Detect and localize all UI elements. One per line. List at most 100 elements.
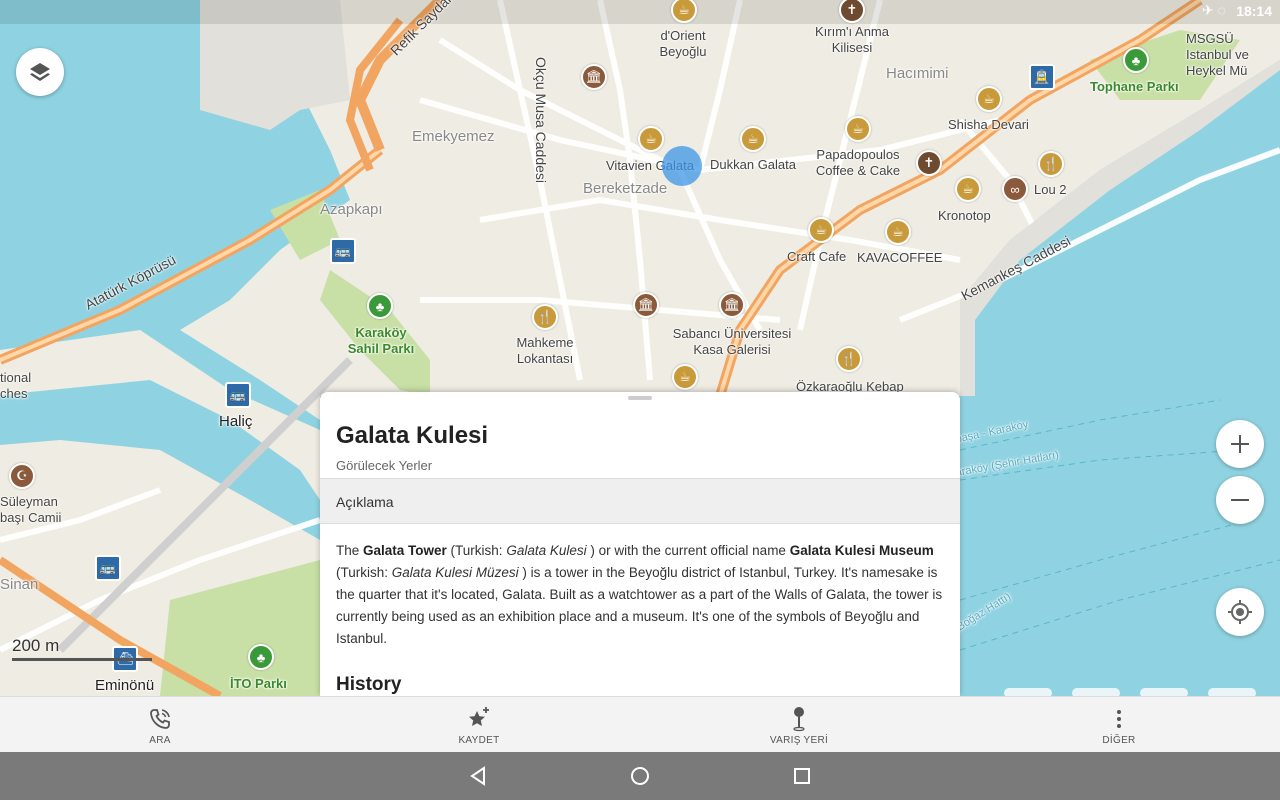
restaurant-icon[interactable]: 🍴 xyxy=(532,304,558,330)
call-button[interactable]: ARA xyxy=(100,697,220,753)
crosshair-icon xyxy=(1228,600,1252,624)
description-section-header[interactable]: Açıklama xyxy=(320,478,960,524)
destination-button[interactable]: VARIŞ YERİ xyxy=(739,697,859,753)
cafe-icon[interactable]: ☕ xyxy=(845,116,871,142)
desc-bold: Galata Kulesi Museum xyxy=(789,543,934,558)
selected-location-marker[interactable] xyxy=(662,146,702,186)
destination-label: VARIŞ YERİ xyxy=(769,734,829,746)
poi-label: Lou 2 xyxy=(1034,182,1067,197)
poi-label: Tophane Parkı xyxy=(1090,79,1179,94)
poi-label: Sabancı Üniversitesi Kasa Galerisi xyxy=(672,326,792,357)
hookah-icon[interactable]: ☕ xyxy=(976,86,1002,112)
cafe-icon[interactable]: ☕ xyxy=(638,126,664,152)
history-heading: History xyxy=(336,674,402,695)
poi-label: Craft Cafe xyxy=(787,249,847,264)
section-label: Açıklama xyxy=(336,494,394,510)
status-icons: ✈ ◌ xyxy=(1202,2,1226,18)
more-vertical-icon xyxy=(1117,709,1121,728)
desc-bold: Galata Tower xyxy=(363,543,447,558)
pin-icon xyxy=(793,706,805,731)
zoom-out-button[interactable] xyxy=(1216,476,1264,524)
binoculars-icon[interactable]: ∞ xyxy=(1002,176,1028,202)
park-icon[interactable]: ♣ xyxy=(248,644,274,670)
my-location-button[interactable] xyxy=(1216,588,1264,636)
desc-italic: Galata Kulesi Müzesi xyxy=(391,565,519,580)
cafe-icon[interactable]: ☕ xyxy=(885,219,911,245)
phone-icon xyxy=(150,708,170,729)
mosque-icon[interactable]: ☪ xyxy=(9,463,35,489)
recents-square-icon xyxy=(794,768,810,784)
poi-label: Shisha Devari xyxy=(948,117,1029,132)
call-label: ARA xyxy=(149,734,171,746)
bus-stop-icon[interactable]: 🚌 xyxy=(225,382,251,408)
poi-label: İTO Parkı xyxy=(230,676,287,691)
park-icon[interactable]: ♣ xyxy=(367,293,393,319)
area-label: Bereketzade xyxy=(583,180,668,197)
place-category: Görülecek Yerler xyxy=(336,458,433,473)
minus-icon xyxy=(1231,499,1249,501)
area-label: Emekyemez xyxy=(412,128,495,145)
more-label: DİĞER xyxy=(1102,734,1136,746)
layers-icon xyxy=(30,63,50,81)
poi-label: Kırım'ı Anma Kilisesi xyxy=(814,24,889,55)
poi-label: MSGSÜ Istanbul ve Heykel Mü xyxy=(1186,31,1249,78)
scale-label: 200 m xyxy=(12,636,60,655)
tram-icon[interactable]: 🚊 xyxy=(1029,64,1055,90)
star-plus-icon xyxy=(469,706,489,726)
scale-indicator: 200 m xyxy=(12,636,152,661)
status-time: 18:14 xyxy=(1236,3,1272,19)
home-button[interactable] xyxy=(626,762,654,790)
area-label: Hacımimi xyxy=(886,65,949,82)
place-description: The Galata Tower (Turkish: Galata Kulesi… xyxy=(336,540,946,650)
back-button[interactable] xyxy=(464,762,492,790)
zoom-in-button[interactable] xyxy=(1216,420,1264,468)
cafe-icon[interactable]: ☕ xyxy=(740,126,766,152)
recents-button[interactable] xyxy=(788,762,816,790)
system-navigation-bar xyxy=(0,752,1280,800)
cafe-icon[interactable]: ☕ xyxy=(672,364,698,390)
cafe-icon[interactable]: ☕ xyxy=(808,217,834,243)
desc-text: ) or with the current official name xyxy=(586,543,790,558)
poi-label: Dukkan Galata xyxy=(710,157,796,172)
place-details-sheet[interactable]: Galata Kulesi Görülecek Yerler Açıklama … xyxy=(320,392,960,696)
more-button[interactable]: DİĞER xyxy=(1059,697,1179,753)
poi-label: Kronotop xyxy=(938,208,991,223)
museum-icon[interactable]: 🏛 xyxy=(633,292,659,318)
place-title: Galata Kulesi xyxy=(336,422,489,449)
action-bar: ARA KAYDET VARIŞ YERİ DİĞER xyxy=(0,696,1280,752)
plus-icon xyxy=(1231,435,1249,453)
save-button[interactable]: KAYDET xyxy=(419,697,539,753)
back-triangle-icon xyxy=(470,766,485,786)
drag-handle[interactable] xyxy=(628,396,652,400)
area-label: Azapkapı xyxy=(320,201,383,218)
area-label: Sinan xyxy=(0,576,39,593)
museum-icon[interactable]: 🏛 xyxy=(719,292,745,318)
bus-stop-icon[interactable]: 🚌 xyxy=(330,238,356,264)
poi-label: Haliç xyxy=(219,413,253,430)
poi-label: Süleyman başı Camii xyxy=(0,494,62,525)
scale-bar xyxy=(12,658,152,661)
desc-italic: Galata Kulesi xyxy=(506,543,587,558)
desc-text: The xyxy=(336,543,364,558)
home-circle-icon xyxy=(631,767,649,785)
restaurant-icon[interactable]: 🍴 xyxy=(1038,151,1064,177)
poi-label: Eminönü xyxy=(95,677,155,694)
street-label: Okçu Musa Caddesi xyxy=(533,56,550,184)
poi-label: d'Orient Beyoğlu xyxy=(659,28,707,59)
desc-text: (Turkish: xyxy=(446,543,507,558)
poi-label: KAVACOFFEE xyxy=(857,250,943,265)
church-icon[interactable]: ✝ xyxy=(916,150,942,176)
park-icon[interactable]: ♣ xyxy=(1123,47,1149,73)
museum-icon[interactable]: 🏛 xyxy=(581,64,607,90)
restaurant-icon[interactable]: 🍴 xyxy=(836,346,862,372)
poi-label: Papadopoulos Coffee & Cake xyxy=(815,147,901,178)
poi-label: Mahkeme Lokantası xyxy=(516,335,574,366)
poi-label: tional ches xyxy=(0,370,32,401)
layers-button[interactable] xyxy=(16,48,64,96)
cafe-icon[interactable]: ☕ xyxy=(955,176,981,202)
desc-text: (Turkish: xyxy=(336,565,392,580)
save-label: KAYDET xyxy=(458,734,500,746)
status-bar: ✈ ◌ 18:14 xyxy=(0,0,1280,24)
poi-label: Karaköy Sahil Parkı xyxy=(347,325,415,356)
bus-stop-icon[interactable]: 🚌 xyxy=(95,555,121,581)
